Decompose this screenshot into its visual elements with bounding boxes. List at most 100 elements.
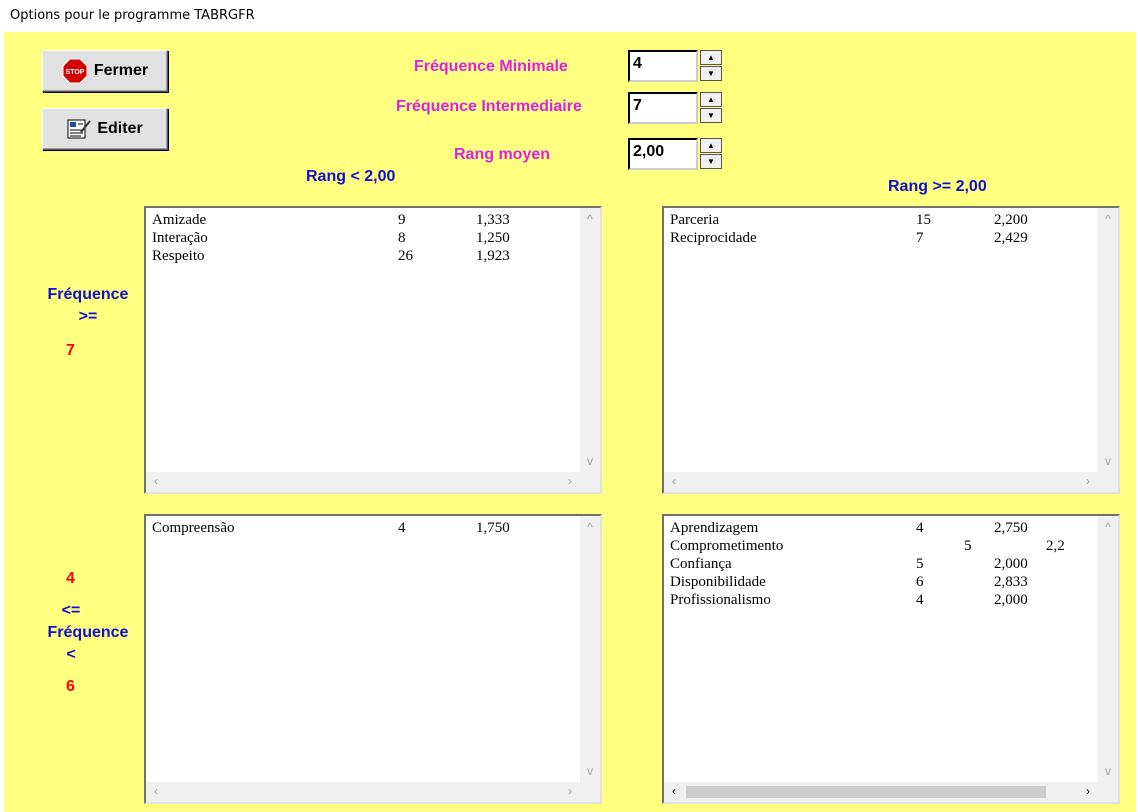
- editer-label: Editer: [97, 120, 143, 137]
- list-item-freq: 4: [916, 592, 924, 608]
- rang-moyen-label: Rang moyen: [454, 146, 551, 163]
- list-item-freq: 9: [398, 212, 406, 228]
- scroll-right-icon[interactable]: ›: [562, 474, 578, 488]
- scroll-up-icon[interactable]: ^: [582, 520, 598, 534]
- vertical-scrollbar[interactable]: ^ v: [1098, 208, 1118, 472]
- vertical-scrollbar[interactable]: ^ v: [580, 208, 600, 472]
- fermer-label: Fermer: [93, 62, 149, 79]
- scroll-corner: [580, 782, 600, 802]
- lower-op2-label: <: [66, 646, 76, 663]
- list-item[interactable]: Compreensão 4 1,750: [152, 520, 576, 538]
- window-title: Options pour le programme TABRGFR: [10, 8, 255, 23]
- freq-int-up-arrow-icon[interactable]: ▲: [700, 92, 722, 107]
- list-item-word: Interação: [152, 230, 208, 246]
- list-item[interactable]: Confiança 5 2,000: [670, 556, 1094, 574]
- edit-document-icon: [67, 119, 92, 139]
- list-item[interactable]: Profissionalismo 4 2,000: [670, 592, 1094, 610]
- list-item-freq: 7: [916, 230, 924, 246]
- freq-min-down-arrow-icon[interactable]: ▼: [700, 66, 722, 81]
- horizontal-scrollbar[interactable]: ‹ ›: [146, 472, 580, 492]
- list-item-word: Comprometimento: [670, 538, 784, 554]
- list-item-rank: 2,750: [994, 520, 1028, 536]
- rang-moyen-spinner[interactable]: 2,00 ▲ ▼: [628, 138, 724, 170]
- freq-int-label: Fréquence Intermediaire: [396, 98, 582, 115]
- rang-moyen-up-arrow-icon[interactable]: ▲: [700, 138, 722, 153]
- list-item-rank: 2,000: [994, 592, 1028, 608]
- list-item-word: Profissionalismo: [670, 592, 771, 608]
- vertical-scrollbar[interactable]: ^ v: [1098, 516, 1118, 782]
- scroll-left-icon[interactable]: ‹: [148, 474, 164, 488]
- list-item-rank: 2,429: [994, 230, 1028, 246]
- horizontal-scrollbar[interactable]: ‹ ›: [664, 782, 1098, 802]
- list-bottom-right-content: Aprendizagem 4 2,750 Comprometimento 5 2,2 Con…: [670, 520, 1094, 778]
- list-item-word: Aprendizagem: [670, 520, 759, 536]
- list-item[interactable]: Amizade 9 1,333: [152, 212, 576, 230]
- scroll-right-icon[interactable]: ›: [562, 784, 578, 798]
- list-item-rank: 1,750: [476, 520, 510, 536]
- list-item[interactable]: Comprometimento 5 2,2: [670, 538, 1094, 556]
- horizontal-scrollbar[interactable]: ‹ ›: [146, 782, 580, 802]
- list-item-freq: 4: [398, 520, 406, 536]
- list-item-freq: 26: [398, 248, 413, 264]
- list-top-left[interactable]: Amizade 9 1,333 Interação 8 1,250 Respeito 26 1,…: [144, 206, 602, 494]
- scroll-down-icon[interactable]: v: [1100, 454, 1116, 468]
- scroll-down-icon[interactable]: v: [582, 764, 598, 778]
- stop-sign-text: STOP: [65, 69, 84, 76]
- scroll-down-icon[interactable]: v: [1100, 764, 1116, 778]
- freq-min-label: Fréquence Minimale: [414, 58, 568, 75]
- list-item-freq: 6: [916, 574, 924, 590]
- list-item-word: Disponibilidade: [670, 574, 766, 590]
- list-item[interactable]: Reciprocidade 7 2,429: [670, 230, 1094, 248]
- scroll-up-icon[interactable]: ^: [1100, 520, 1116, 534]
- freq-min-up-arrow-icon[interactable]: ▲: [700, 50, 722, 65]
- scroll-up-icon[interactable]: ^: [1100, 212, 1116, 226]
- scroll-left-icon[interactable]: ‹: [666, 784, 682, 798]
- vertical-scrollbar[interactable]: ^ v: [580, 516, 600, 782]
- list-item-rank: 2,200: [994, 212, 1028, 228]
- stop-sign-icon: STOP: [62, 58, 88, 84]
- list-bottom-left-content: Compreensão 4 1,750: [152, 520, 576, 778]
- horizontal-scrollbar[interactable]: ‹ ›: [664, 472, 1098, 492]
- scroll-corner: [1098, 472, 1118, 492]
- scroll-left-icon[interactable]: ‹: [148, 784, 164, 798]
- fermer-button[interactable]: STOP Fermer: [42, 50, 168, 92]
- scroll-left-icon[interactable]: ‹: [666, 474, 682, 488]
- scroll-down-icon[interactable]: v: [582, 454, 598, 468]
- list-top-right[interactable]: Parceria 15 2,200 Reciprocidade 7 2,429 ^ v ‹…: [662, 206, 1120, 494]
- rang-moyen-down-arrow-icon[interactable]: ▼: [700, 154, 722, 169]
- list-bottom-left[interactable]: Compreensão 4 1,750 ^ v ‹ ›: [144, 514, 602, 804]
- freq-min-input[interactable]: 4: [628, 50, 698, 82]
- list-item[interactable]: Aprendizagem 4 2,750: [670, 520, 1094, 538]
- list-item[interactable]: Interação 8 1,250: [152, 230, 576, 248]
- list-item-word: Amizade: [152, 212, 207, 228]
- lower-val-label: 6: [66, 678, 75, 695]
- scroll-right-icon[interactable]: ›: [1080, 784, 1096, 798]
- title-bar: Options pour le programme TABRGFR: [0, 0, 1138, 32]
- list-item-word: Parceria: [670, 212, 720, 228]
- editer-button[interactable]: Editer: [42, 108, 168, 150]
- list-item-rank: 1,333: [476, 212, 510, 228]
- list-item-rank: 2,833: [994, 574, 1028, 590]
- scroll-thumb[interactable]: [686, 786, 1046, 798]
- scroll-right-icon[interactable]: ›: [1080, 474, 1096, 488]
- freq-int-spinner[interactable]: 7 ▲ ▼: [628, 92, 724, 124]
- list-item-freq: 15: [916, 212, 931, 228]
- list-item[interactable]: Respeito 26 1,923: [152, 248, 576, 266]
- list-item[interactable]: Disponibilidade 6 2,833: [670, 574, 1094, 592]
- list-top-right-content: Parceria 15 2,200 Reciprocidade 7 2,429: [670, 212, 1094, 468]
- list-item-freq: 5: [964, 538, 972, 554]
- freq-int-input[interactable]: 7: [628, 92, 698, 124]
- lower-min-label: 4: [66, 570, 75, 587]
- list-item-freq: 5: [916, 556, 924, 572]
- freq-min-spinner[interactable]: 4 ▲ ▼: [628, 50, 724, 82]
- options-panel: STOP Fermer Editer Fréquence Minimale 4 …: [4, 32, 1136, 812]
- list-item-rank: 2,2: [1046, 538, 1065, 554]
- list-item-rank: 1,250: [476, 230, 510, 246]
- list-bottom-right[interactable]: Aprendizagem 4 2,750 Comprometimento 5 2,2 Con…: [662, 514, 1120, 804]
- lower-freq-label: Fréquence: [47, 624, 129, 641]
- scroll-up-icon[interactable]: ^: [582, 212, 598, 226]
- list-item[interactable]: Parceria 15 2,200: [670, 212, 1094, 230]
- list-item-rank: 1,923: [476, 248, 510, 264]
- freq-int-down-arrow-icon[interactable]: ▼: [700, 108, 722, 123]
- rang-moyen-input[interactable]: 2,00: [628, 138, 698, 170]
